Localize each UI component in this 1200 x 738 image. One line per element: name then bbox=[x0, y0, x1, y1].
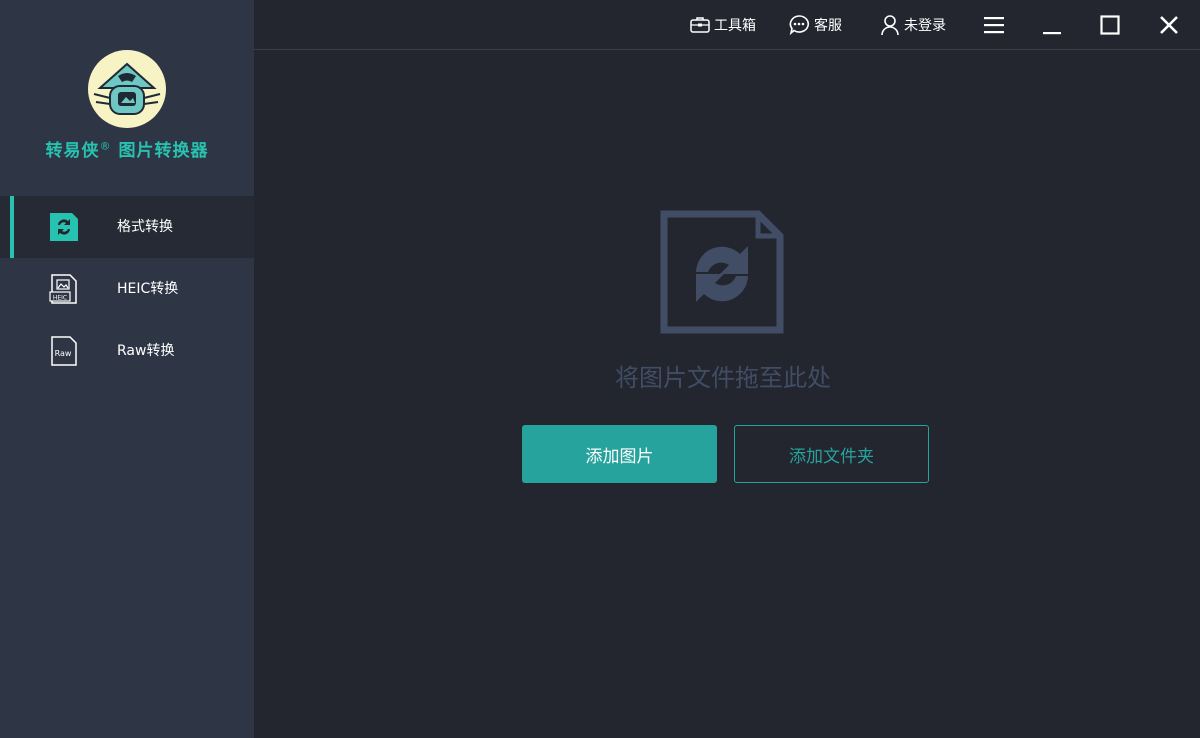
support-button[interactable]: 客服 bbox=[788, 0, 842, 50]
minimize-button[interactable] bbox=[1037, 10, 1067, 40]
registered-mark: ® bbox=[99, 139, 112, 153]
sidebar-item-label: Raw转换 bbox=[117, 343, 175, 359]
toolbox-label: 工具箱 bbox=[714, 18, 756, 34]
login-label: 未登录 bbox=[904, 18, 946, 34]
add-image-button[interactable]: 添加图片 bbox=[522, 425, 717, 483]
drop-hint-text: 将图片文件拖至此处 bbox=[615, 364, 831, 392]
app-logo bbox=[88, 50, 166, 128]
support-label: 客服 bbox=[814, 18, 842, 34]
close-button[interactable] bbox=[1154, 10, 1184, 40]
sidebar-item-raw-convert[interactable]: Raw Raw转换 bbox=[0, 320, 254, 382]
sidebar-item-heic-convert[interactable]: HEIC HEIC转换 bbox=[0, 258, 254, 320]
maximize-icon bbox=[1100, 15, 1120, 35]
sidebar-item-label: 格式转换 bbox=[117, 219, 173, 235]
app-subtitle: 图片转换器 bbox=[118, 141, 209, 161]
logo-area: 转易侠® 图片转换器 bbox=[0, 0, 254, 196]
drop-zone-file-convert-icon bbox=[660, 210, 784, 334]
raw-file-icon: Raw bbox=[48, 335, 80, 367]
sidebar: 转易侠® 图片转换器 格式转换 HEIC HEIC转换 Raw Raw转换 bbox=[0, 0, 254, 738]
app-name-text: 转易侠 bbox=[45, 141, 100, 161]
hamburger-menu-icon bbox=[984, 17, 1004, 34]
user-icon bbox=[881, 15, 899, 36]
svg-text:HEIC: HEIC bbox=[53, 295, 67, 302]
svg-text:Raw: Raw bbox=[55, 349, 72, 358]
close-icon bbox=[1160, 16, 1178, 34]
sidebar-item-format-convert[interactable]: 格式转换 bbox=[0, 196, 254, 258]
heic-file-icon: HEIC bbox=[48, 273, 80, 305]
maximize-button[interactable] bbox=[1095, 10, 1125, 40]
sidebar-nav: 格式转换 HEIC HEIC转换 Raw Raw转换 bbox=[0, 196, 254, 382]
toolbox-button[interactable]: 工具箱 bbox=[690, 0, 756, 50]
menu-button[interactable] bbox=[979, 10, 1009, 40]
format-convert-icon bbox=[48, 211, 80, 243]
app-window: 转易侠® 图片转换器 格式转换 HEIC HEIC转换 Raw Raw转换 工具… bbox=[0, 0, 1200, 738]
toolbox-icon bbox=[690, 17, 710, 33]
add-folder-button[interactable]: 添加文件夹 bbox=[734, 425, 929, 483]
title-bar: 工具箱 客服 未登录 bbox=[254, 0, 1200, 50]
chat-bubble-icon bbox=[789, 15, 810, 36]
sidebar-item-label: HEIC转换 bbox=[117, 281, 179, 297]
minimize-icon bbox=[1043, 32, 1061, 35]
app-title: 转易侠® 图片转换器 bbox=[0, 136, 254, 161]
login-button[interactable]: 未登录 bbox=[880, 0, 946, 50]
